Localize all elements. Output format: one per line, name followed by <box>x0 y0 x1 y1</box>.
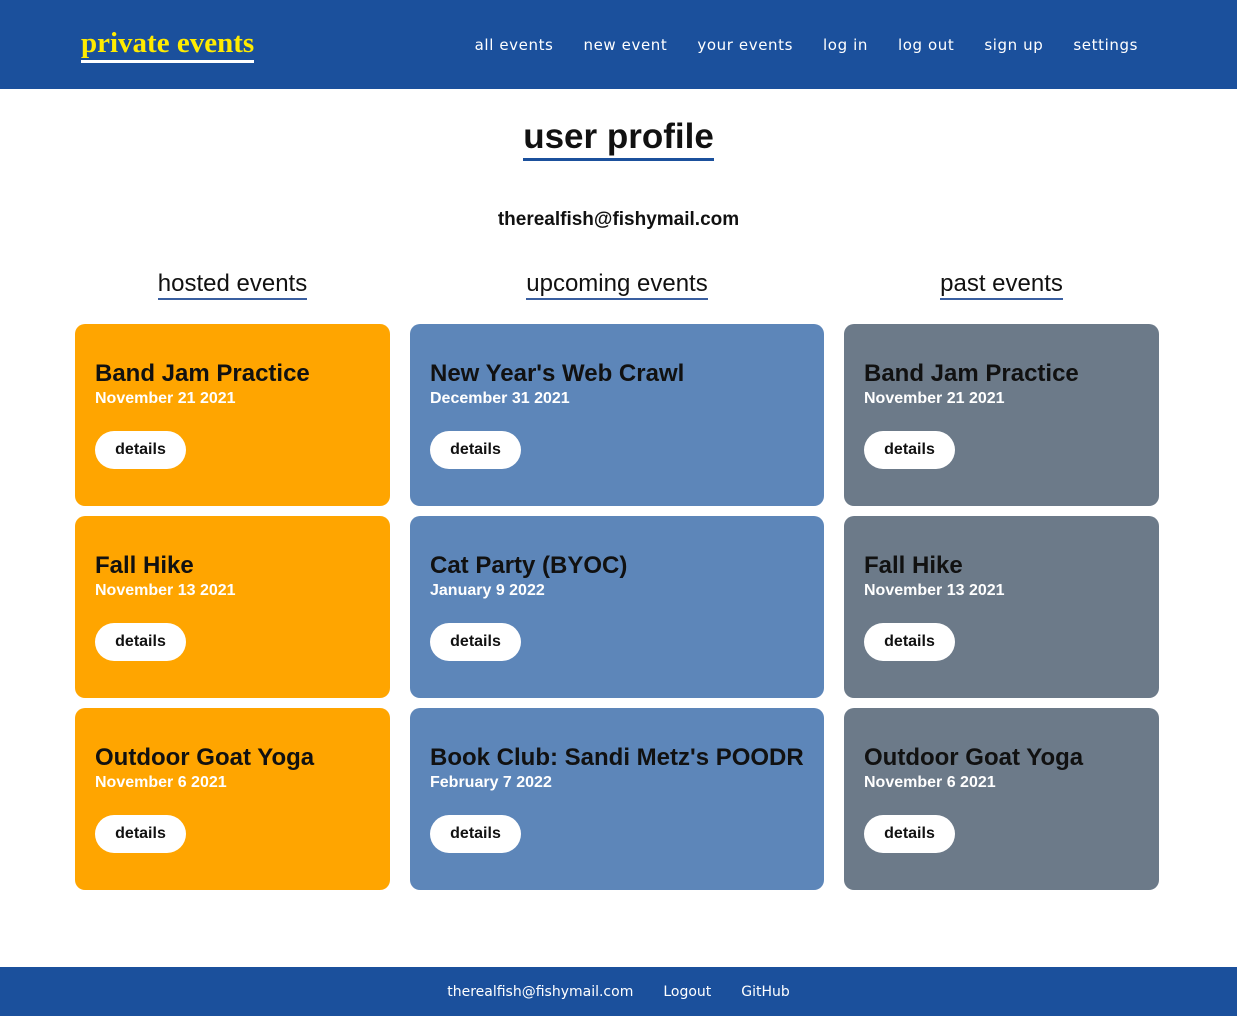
past-events-column: past events Band Jam Practice November 2… <box>844 270 1159 900</box>
event-title: Fall Hike <box>95 552 194 579</box>
details-button[interactable]: details <box>95 815 186 853</box>
hosted-events-heading: hosted events <box>157 270 308 300</box>
nav-log-out[interactable]: log out <box>898 35 954 55</box>
user-email: therealfish@fishymail.com <box>497 209 740 230</box>
details-button[interactable]: details <box>430 431 521 469</box>
event-title: Band Jam Practice <box>95 360 310 387</box>
event-card: Outdoor Goat Yoga November 6 2021 detail… <box>844 708 1159 890</box>
event-card: Band Jam Practice November 21 2021 detai… <box>844 324 1159 506</box>
footer: therealfish@fishymail.com Logout GitHub <box>0 967 1237 1016</box>
page-title-wrap: user profile <box>0 116 1237 161</box>
nav-sign-up[interactable]: sign up <box>984 35 1043 55</box>
nav-your-events[interactable]: your events <box>697 35 793 55</box>
event-title: Outdoor Goat Yoga <box>95 744 315 771</box>
event-date: November 13 2021 <box>864 582 1005 599</box>
details-button[interactable]: details <box>430 623 521 661</box>
event-card: Book Club: Sandi Metz's POODR February 7… <box>410 708 824 890</box>
event-date: January 9 2022 <box>430 582 545 599</box>
event-date: November 6 2021 <box>864 774 996 791</box>
event-date: November 21 2021 <box>95 390 236 407</box>
event-title: Book Club: Sandi Metz's POODR <box>430 744 804 771</box>
footer-github-link[interactable]: GitHub <box>741 984 790 1000</box>
details-button[interactable]: details <box>95 623 186 661</box>
nav-all-events[interactable]: all events <box>475 35 554 55</box>
event-date: November 6 2021 <box>95 774 227 791</box>
past-events-heading: past events <box>940 270 1063 300</box>
event-date: February 7 2022 <box>430 774 552 791</box>
nav-links: all events new event your events log in … <box>475 35 1138 55</box>
event-date: November 21 2021 <box>864 390 1005 407</box>
event-date: November 13 2021 <box>95 582 236 599</box>
event-date: December 31 2021 <box>430 390 570 407</box>
page-title: user profile <box>523 116 714 161</box>
brand-logo-link[interactable]: private events <box>81 26 255 63</box>
upcoming-events-column: upcoming events New Year's Web Crawl Dec… <box>410 270 824 900</box>
details-button[interactable]: details <box>864 815 955 853</box>
event-card: Fall Hike November 13 2021 details <box>844 516 1159 698</box>
event-title: Band Jam Practice <box>864 360 1079 387</box>
footer-logout-link[interactable]: Logout <box>663 984 711 1000</box>
event-card: New Year's Web Crawl December 31 2021 de… <box>410 324 824 506</box>
event-card: Band Jam Practice November 21 2021 detai… <box>75 324 390 506</box>
navbar: private events all events new event your… <box>0 0 1237 89</box>
event-card: Cat Party (BYOC) January 9 2022 details <box>410 516 824 698</box>
upcoming-events-heading: upcoming events <box>526 270 708 300</box>
nav-new-event[interactable]: new event <box>583 35 667 55</box>
footer-user-email-link[interactable]: therealfish@fishymail.com <box>447 984 633 1000</box>
nav-log-in[interactable]: log in <box>823 35 868 55</box>
details-button[interactable]: details <box>864 431 955 469</box>
event-title: Fall Hike <box>864 552 963 579</box>
details-button[interactable]: details <box>95 431 186 469</box>
details-button[interactable]: details <box>864 623 955 661</box>
event-title: Cat Party (BYOC) <box>430 552 628 579</box>
hosted-events-column: hosted events Band Jam Practice November… <box>75 270 390 900</box>
event-title: New Year's Web Crawl <box>430 360 685 387</box>
nav-settings[interactable]: settings <box>1073 35 1138 55</box>
event-title: Outdoor Goat Yoga <box>864 744 1084 771</box>
event-card: Fall Hike November 13 2021 details <box>75 516 390 698</box>
details-button[interactable]: details <box>430 815 521 853</box>
event-card: Outdoor Goat Yoga November 6 2021 detail… <box>75 708 390 890</box>
